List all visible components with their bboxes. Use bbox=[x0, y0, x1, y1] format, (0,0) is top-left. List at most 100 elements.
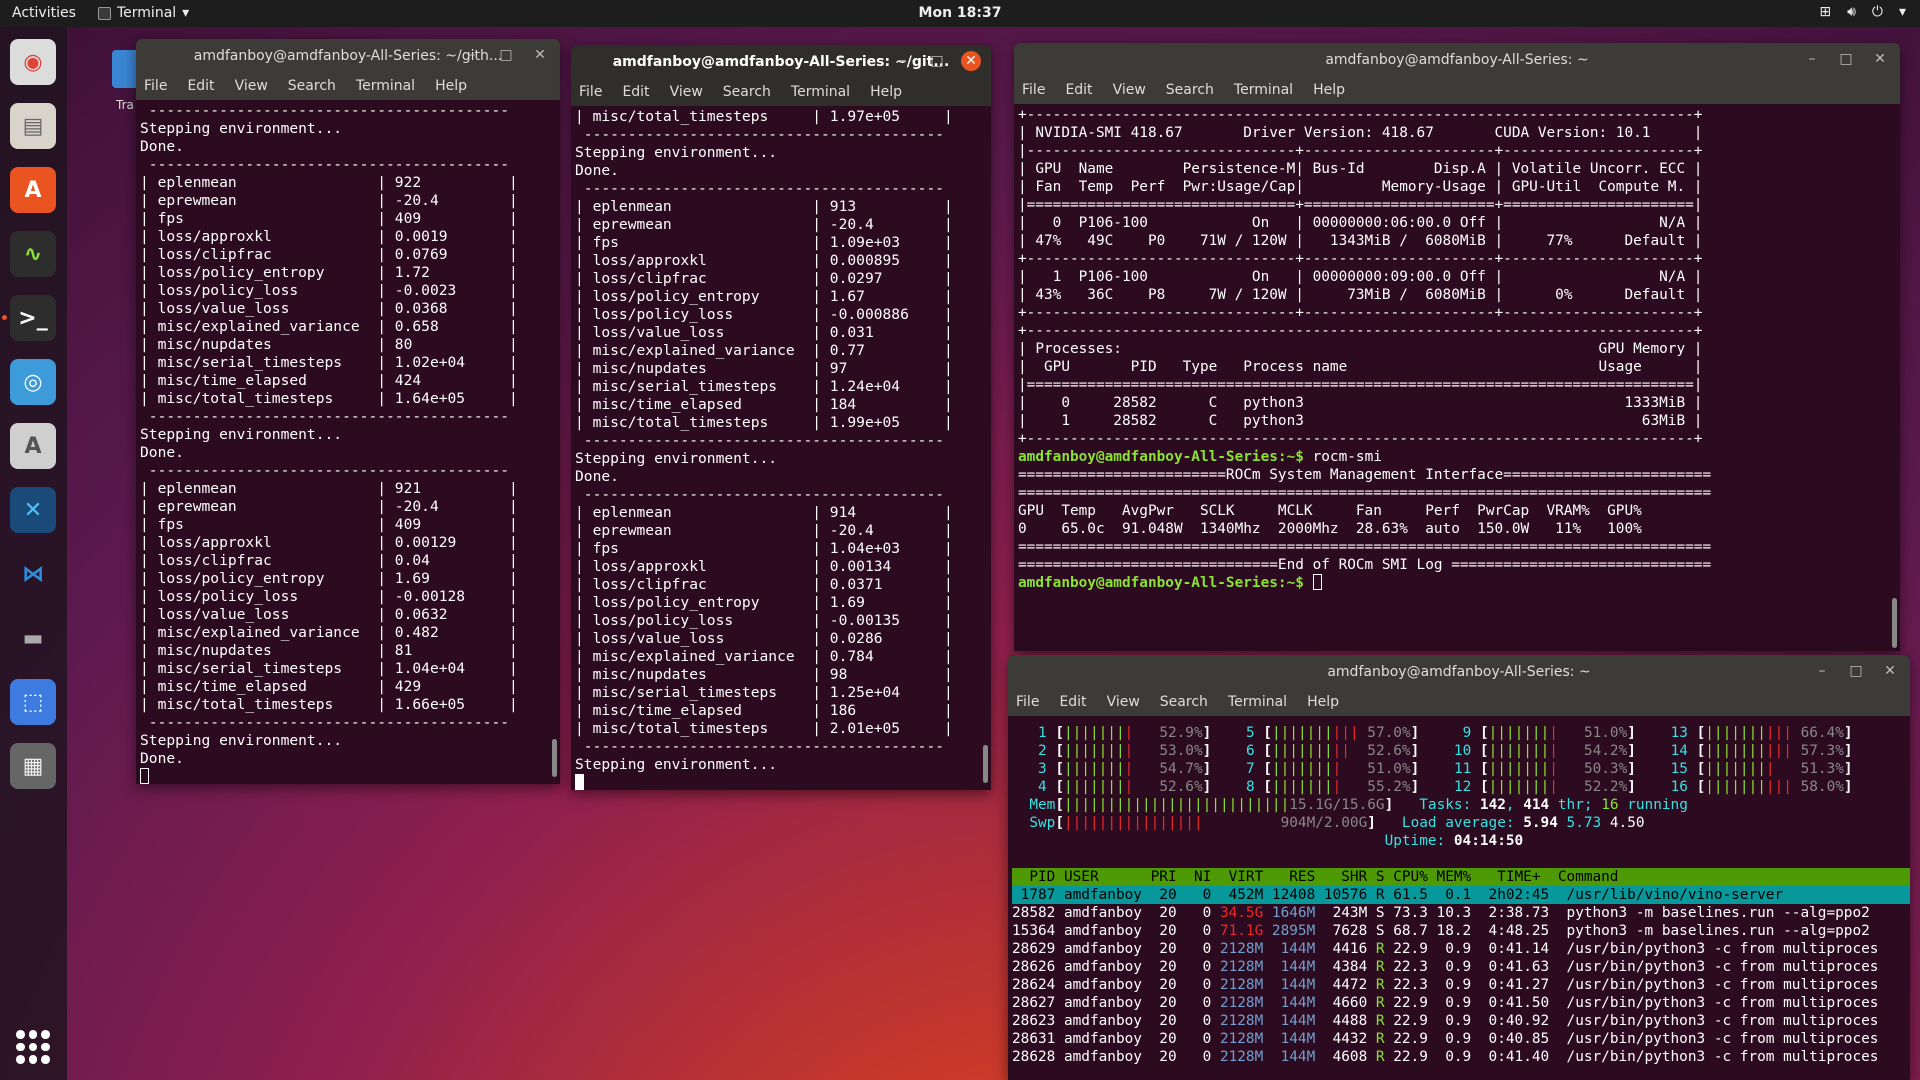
system-tray[interactable]: ⊞ 🔊︎ ⏻ ▾ bbox=[1819, 4, 1906, 20]
terminal-output[interactable]: | misc/total_timesteps | 1.97e+05 | ----… bbox=[571, 106, 991, 790]
menu-file[interactable]: File bbox=[579, 84, 602, 100]
app-menu[interactable]: Terminal ▾ bbox=[98, 5, 189, 21]
table-row[interactable]: 28582 amdfanboy 20 0 34.5G 1646M 243M S … bbox=[1012, 904, 1910, 922]
menu-search[interactable]: Search bbox=[288, 78, 336, 94]
terminal-line: | loss/policy_entropy | 1.69 | bbox=[575, 594, 953, 611]
menu-terminal[interactable]: Terminal bbox=[1234, 82, 1293, 98]
process-table-header[interactable]: PID USER PRI NI VIRT RES SHR S CPU% MEM%… bbox=[1012, 868, 1910, 886]
minimize-icon[interactable]: – bbox=[1802, 49, 1822, 69]
window-titlebar[interactable]: amdfanboy@amdfanboy-All-Series: ~ – □ ✕ bbox=[1014, 43, 1900, 76]
network-icon[interactable]: ⊞ bbox=[1819, 4, 1831, 20]
show-applications-icon[interactable] bbox=[16, 1030, 50, 1064]
table-row[interactable]: 28631 amdfanboy 20 0 2128M 144M 4432 R 2… bbox=[1012, 1030, 1910, 1048]
cpu-bar: ||||||| bbox=[1488, 779, 1550, 795]
terminal-line: ----------------------------------------… bbox=[140, 408, 510, 425]
table-row[interactable]: 28623 amdfanboy 20 0 2128M 144M 4488 R 2… bbox=[1012, 1012, 1910, 1030]
files-icon[interactable]: ▤ bbox=[10, 103, 56, 149]
menu-view[interactable]: View bbox=[1113, 82, 1146, 98]
menu-help[interactable]: Help bbox=[1313, 82, 1345, 98]
scrollbar[interactable] bbox=[552, 739, 557, 777]
menu-search[interactable]: Search bbox=[723, 84, 771, 100]
chrome-icon[interactable]: ◉ bbox=[10, 39, 56, 85]
terminal-output[interactable]: +---------------------------------------… bbox=[1014, 104, 1900, 650]
cpu-meter-row: 2 [|||||||| 53.0%] 6 [||||||||| 52.6%] 1… bbox=[1012, 742, 1910, 760]
table-row[interactable]: 28624 amdfanboy 20 0 2128M 144M 4472 R 2… bbox=[1012, 976, 1910, 994]
power-icon[interactable]: ⏻ bbox=[1872, 4, 1883, 20]
menu-file[interactable]: File bbox=[144, 78, 167, 94]
window-titlebar[interactable]: amdfanboy@amdfanboy-All-Series: ~/gith..… bbox=[136, 39, 560, 72]
menu-search[interactable]: Search bbox=[1160, 694, 1208, 710]
close-icon[interactable]: ✕ bbox=[1870, 49, 1890, 69]
menu-file[interactable]: File bbox=[1022, 82, 1045, 98]
window-titlebar[interactable]: amdfanboy@amdfanboy-All-Series: ~/git...… bbox=[571, 45, 991, 78]
terminal-icon[interactable]: >_ bbox=[10, 295, 56, 341]
terminal-line: ========================ROCm System Mana… bbox=[1018, 467, 1712, 483]
cpu-bar: | bbox=[1124, 761, 1134, 777]
menu-edit[interactable]: Edit bbox=[1065, 82, 1092, 98]
table-row[interactable]: 1787 amdfanboy 20 0 452M 12408 10576 R 6… bbox=[1012, 886, 1910, 904]
anbox-icon[interactable]: ▬ bbox=[10, 615, 56, 661]
priority: 20 bbox=[1150, 941, 1177, 957]
cpu-bar: ||| bbox=[1765, 725, 1792, 741]
menu-search[interactable]: Search bbox=[1166, 82, 1214, 98]
menu-help[interactable]: Help bbox=[1307, 694, 1339, 710]
menu-help[interactable]: Help bbox=[870, 84, 902, 100]
terminal-output[interactable]: ----------------------------------------… bbox=[136, 100, 560, 784]
table-row[interactable]: 28629 amdfanboy 20 0 2128M 144M 4416 R 2… bbox=[1012, 940, 1910, 958]
video-editor-icon[interactable]: ▦ bbox=[10, 743, 56, 789]
menu-help[interactable]: Help bbox=[435, 78, 467, 94]
shr: 4384 bbox=[1315, 959, 1368, 975]
cpu-bar: | bbox=[1549, 743, 1558, 759]
minimize-icon[interactable]: – bbox=[462, 45, 482, 65]
maximize-icon[interactable]: □ bbox=[1846, 661, 1866, 681]
software-updater-icon[interactable]: A bbox=[10, 423, 56, 469]
menu-file[interactable]: File bbox=[1016, 694, 1039, 710]
command: python3 -m baselines.run --alg=ppo2 bbox=[1549, 923, 1870, 939]
clock[interactable]: Mon 18:37 bbox=[919, 5, 1002, 21]
terminal-window-1[interactable]: amdfanboy@amdfanboy-All-Series: ~/gith..… bbox=[136, 39, 560, 784]
close-icon[interactable]: ✕ bbox=[530, 45, 550, 65]
menu-terminal[interactable]: Terminal bbox=[1228, 694, 1287, 710]
minimize-icon[interactable]: – bbox=[1812, 661, 1832, 681]
menu-edit[interactable]: Edit bbox=[187, 78, 214, 94]
maximize-icon[interactable]: □ bbox=[496, 45, 516, 65]
chevron-down-icon[interactable]: ▾ bbox=[1899, 4, 1906, 20]
vscode-icon[interactable]: ⋈ bbox=[10, 551, 56, 597]
scrollbar[interactable] bbox=[983, 745, 988, 783]
time: 0:40.92 bbox=[1471, 1013, 1550, 1029]
terminal-window-3[interactable]: amdfanboy@amdfanboy-All-Series: ~ – □ ✕ … bbox=[1014, 43, 1900, 651]
table-row[interactable]: 28626 amdfanboy 20 0 2128M 144M 4384 R 2… bbox=[1012, 958, 1910, 976]
table-row[interactable]: 28627 amdfanboy 20 0 2128M 144M 4660 R 2… bbox=[1012, 994, 1910, 1012]
pid: 28629 bbox=[1012, 941, 1064, 957]
activities-button[interactable]: Activities bbox=[12, 5, 76, 21]
bar-space bbox=[1558, 761, 1584, 777]
terminal-line: | 43% 36C P8 7W / 120W | 73MiB / 6080MiB… bbox=[1018, 287, 1703, 303]
remote-app-icon[interactable]: ✕ bbox=[10, 487, 56, 533]
screenshot-icon[interactable]: ⬚ bbox=[10, 679, 56, 725]
software-center-icon[interactable]: A bbox=[10, 167, 56, 213]
browser-globe-icon[interactable]: ◎ bbox=[10, 359, 56, 405]
htop-output[interactable]: 1 [|||||||| 52.9%] 5 [|||||||||| 57.0%] … bbox=[1008, 716, 1910, 1080]
menu-view[interactable]: View bbox=[1107, 694, 1140, 710]
window-titlebar[interactable]: amdfanboy@amdfanboy-All-Series: ~ – □ ✕ bbox=[1008, 655, 1910, 688]
menu-edit[interactable]: Edit bbox=[1059, 694, 1086, 710]
menu-terminal[interactable]: Terminal bbox=[791, 84, 850, 100]
system-monitor-icon[interactable]: ∿ bbox=[10, 231, 56, 277]
pid: 1787 bbox=[1012, 887, 1064, 903]
menu-terminal[interactable]: Terminal bbox=[356, 78, 415, 94]
menu-view[interactable]: View bbox=[670, 84, 703, 100]
table-row[interactable]: 15364 amdfanboy 20 0 71.1G 2895M 7628 S … bbox=[1012, 922, 1910, 940]
maximize-icon[interactable]: □ bbox=[927, 51, 947, 71]
htop-window[interactable]: amdfanboy@amdfanboy-All-Series: ~ – □ ✕ … bbox=[1008, 655, 1910, 1080]
table-row[interactable]: 28628 amdfanboy 20 0 2128M 144M 4608 R 2… bbox=[1012, 1048, 1910, 1066]
terminal-window-2[interactable]: amdfanboy@amdfanboy-All-Series: ~/git...… bbox=[571, 45, 991, 790]
close-icon[interactable]: ✕ bbox=[1880, 661, 1900, 681]
close-icon[interactable]: ✕ bbox=[961, 51, 981, 71]
volume-icon[interactable]: 🔊︎ bbox=[1847, 4, 1856, 20]
menu-edit[interactable]: Edit bbox=[622, 84, 649, 100]
scrollbar[interactable] bbox=[1892, 598, 1897, 648]
maximize-icon[interactable]: □ bbox=[1836, 49, 1856, 69]
menu-view[interactable]: View bbox=[235, 78, 268, 94]
minimize-icon[interactable]: – bbox=[893, 51, 913, 71]
